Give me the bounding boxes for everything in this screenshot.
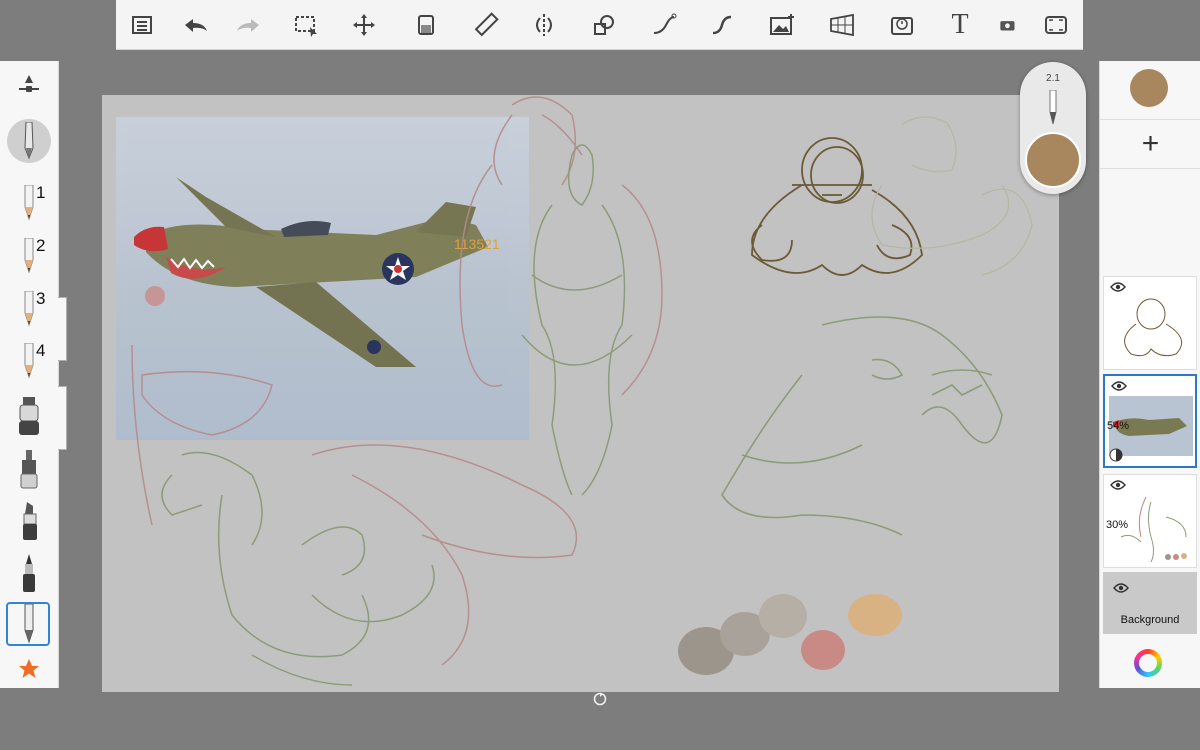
ink-pen-tool-icon[interactable] [0,551,58,595]
ruler-icon[interactable] [464,0,508,50]
add-layer-button[interactable]: + [1100,119,1200,169]
text-icon[interactable]: T [938,0,982,50]
sketch-strokes [131,96,1033,686]
tool-number: 4 [36,341,46,360]
color-swatch[interactable] [848,594,902,636]
pencil-tool-4[interactable]: 4 [0,341,58,381]
eye-icon[interactable] [1111,380,1127,392]
palette-expand-handle[interactable] [58,297,67,361]
redo-icon[interactable] [226,0,270,50]
fullscreen-icon[interactable] [1034,0,1078,50]
pencil-tool-2[interactable]: 2 [0,236,58,276]
airbrush-tool-icon[interactable] [0,394,58,438]
favorites-star-icon[interactable] [0,655,58,683]
eye-icon[interactable] [1113,582,1129,594]
layer-sketch-color[interactable]: 30% [1103,474,1197,568]
brush-size: 2.1 [1046,73,1060,84]
layers-menu-icon[interactable] [120,0,164,50]
color-swatch[interactable] [759,594,807,638]
selection-icon[interactable] [284,0,328,50]
tool-number: 1 [36,183,46,202]
brush-palette: 1 2 3 4 [0,61,59,688]
stroke-icon[interactable] [642,0,686,50]
layer-background[interactable]: Background [1103,572,1197,634]
brush-settings-icon[interactable] [0,71,58,101]
top-toolbar: T [116,0,1083,50]
palette-expand-handle[interactable] [58,386,67,450]
layer-label: Background [1120,614,1180,626]
pencil-tool-3[interactable]: 3 [0,289,58,329]
shapes-icon[interactable] [582,0,626,50]
blend-mode-icon[interactable] [1109,448,1123,462]
current-color-swatch[interactable] [1130,69,1168,107]
fill-icon[interactable] [404,0,448,50]
brush-puck[interactable]: 2.1 [1020,62,1086,194]
puck-color-swatch[interactable] [1025,132,1081,188]
pencil-tool-1[interactable]: 1 [0,183,58,223]
perspective-icon[interactable] [820,0,864,50]
add-image-icon[interactable] [760,0,804,50]
layer-opacity: 54% [1107,420,1130,432]
rotate-handle-icon[interactable] [593,692,607,706]
color-swatch[interactable] [801,630,845,670]
curve-icon[interactable] [700,0,744,50]
camera-icon[interactable] [998,0,1020,50]
layer-photo[interactable]: 54% [1103,374,1197,468]
layer-opacity: 30% [1106,519,1129,531]
symmetry-icon[interactable] [522,0,566,50]
chisel-tool-icon[interactable] [0,499,58,543]
puck-brush-icon [1044,89,1062,131]
fine-pen-tool-icon[interactable] [0,602,58,646]
tool-number: 2 [36,236,46,255]
marker-tool-icon[interactable] [0,447,58,491]
current-brush-icon[interactable] [0,118,58,164]
drawing-canvas[interactable]: 113521 [102,95,1059,692]
time-lapse-icon[interactable] [880,0,924,50]
color-wheel-icon[interactable] [1134,649,1162,677]
layer-sketch-top[interactable] [1103,276,1197,370]
undo-icon[interactable] [174,0,218,50]
layer-panel: + 54% 30% Background [1099,61,1200,688]
tool-number: 3 [36,289,46,308]
transform-icon[interactable] [342,0,386,50]
